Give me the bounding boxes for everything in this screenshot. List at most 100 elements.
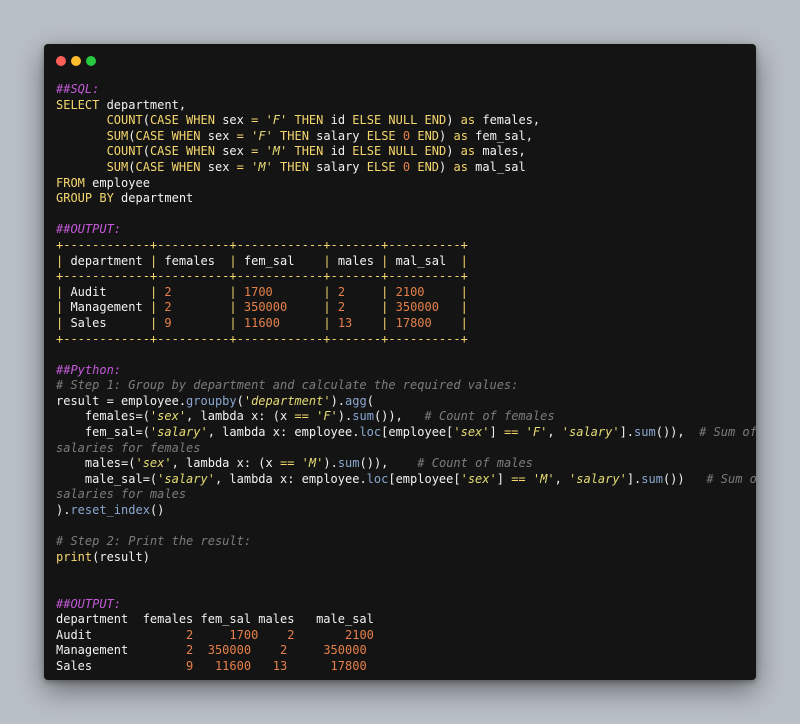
code-token: ##SQL: [56,82,100,96]
code-token: department [113,191,194,206]
code-line: | Management | 2 | 350000 | 2 | 350000 | [56,300,752,316]
code-token: 350000 [388,300,461,315]
code-token: Management [56,643,187,658]
code-token: 'department' [243,393,331,408]
code-token: females=( [56,409,150,424]
code-line: print(result) [56,550,752,566]
code-token: 2 [157,300,230,315]
code-token: male_sal=( [56,471,158,486]
code-token: ()), [359,456,418,471]
code-token: , [547,425,562,440]
code-line: ##OUTPUT: [56,222,752,238]
code-token: END [417,159,440,174]
code-token: ). [330,393,346,408]
code-token: id [323,113,353,128]
code-token: ( [366,393,374,408]
code-token: Sales [63,315,150,330]
code-token: salaries for females [56,440,201,455]
code-token: 'M' [301,456,324,471]
code-token: 'salary' [569,471,627,486]
code-token: +------------+----------+------------+--… [56,237,468,252]
code-line: COUNT(CASE WHEN sex = 'F' THEN id ELSE N… [56,113,752,129]
code-line: ).reset_index() [56,503,752,519]
code-token: Management [63,300,150,315]
code-token: 'M' [532,471,555,486]
close-dot-icon[interactable] [56,56,66,66]
code-line: # Step 2: Print the result: [56,534,752,550]
code-line: salaries for males [56,487,752,503]
code-token: ELSE [366,128,396,143]
code-line: GROUP BY department [56,191,752,207]
code-line: result = employee.groupby('department').… [56,394,752,410]
code-token: | [229,315,237,330]
code-token: SUM [106,128,129,143]
code-token: as [453,128,468,143]
code-token: 2100 [388,284,461,299]
code-window: ##SQL: SELECT department, COUNT(CASE WHEN… [44,44,756,680]
code-token: 'F' [265,113,288,128]
minimize-dot-icon[interactable] [71,56,81,66]
code-token: 9 [157,315,230,330]
code-token: SELECT [56,97,100,112]
code-token: 'sex' [149,409,187,424]
code-line: FROM employee [56,176,752,192]
code-token: 'salary' [149,425,208,440]
code-token: females, [475,113,541,128]
code-token: | [460,300,468,315]
code-token: # Count of males [417,456,533,471]
code-token: department females fem_sal males male_sa… [56,612,374,627]
code-token: | [460,253,468,268]
code-token: salaries for males [56,487,187,502]
code-token: == [503,425,519,440]
code-token: , lambda x: (x [186,409,295,424]
code-token: sum [641,471,663,486]
code-token: ##OUTPUT: [56,596,122,611]
code-token: ELSE [366,159,396,174]
code-token: ( [142,144,150,159]
code-token: THEN [294,113,324,128]
code-token: | [323,284,331,299]
code-line: ##Python: [56,363,752,379]
code-token: | [323,315,331,330]
code-token: == [279,456,295,471]
code-token: ). [337,409,353,424]
code-token: 1700 [236,284,324,299]
code-token: 'M' [251,159,273,174]
code-token: ()), [373,409,425,424]
code-token: SUM [106,159,129,174]
code-token: = [236,128,244,143]
code-token: 2 [330,284,382,299]
code-token: () [149,503,165,518]
code-token: ()) [662,471,707,486]
code-token: ##OUTPUT: [56,222,122,237]
code-token: | [229,253,237,268]
code-token: fem_sal [236,253,324,268]
code-token: loc [359,425,382,440]
code-token: | [460,284,468,299]
code-token: ELSE NULL END [352,144,447,159]
code-token: CASE WHEN [149,144,215,159]
code-token: THEN [280,159,309,174]
code-token: mal_sal [388,253,461,268]
code-token: 2 [330,300,382,315]
code-token: 'salary' [157,471,215,486]
code-line: ##OUTPUT: [56,597,752,613]
code-token: , [554,471,570,486]
code-token: 'salary' [561,425,620,440]
code-token: reset_index [70,503,150,518]
code-token: as [453,159,468,174]
code-line: +------------+----------+------------+--… [56,238,752,254]
maximize-dot-icon[interactable] [86,56,96,66]
code-line: +------------+----------+------------+--… [56,332,752,348]
code-token: | [229,300,237,315]
code-token: mal_sal [467,159,526,174]
code-line: males=('sex', lambda x: (x == 'M').sum()… [56,456,752,472]
code-token: agg [345,393,367,408]
code-token: FROM [56,175,85,190]
